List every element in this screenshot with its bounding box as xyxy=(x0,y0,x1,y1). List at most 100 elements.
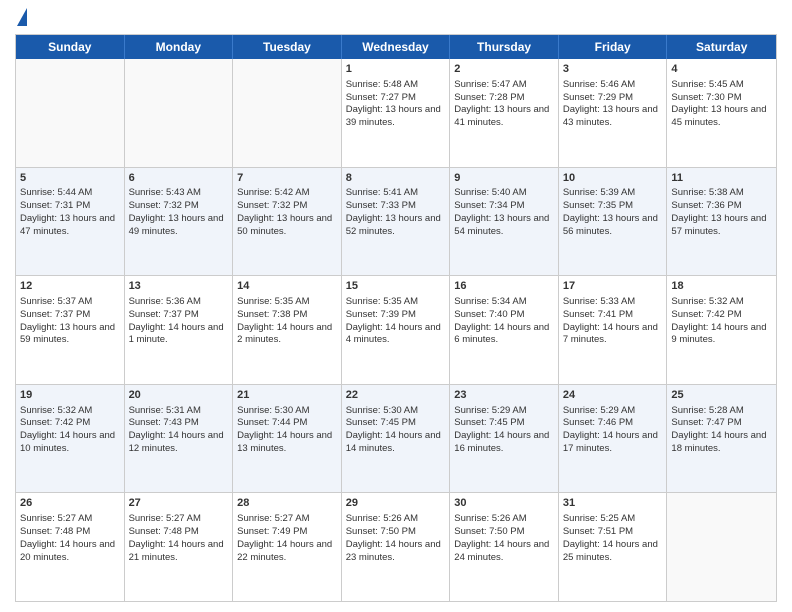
sunrise-text: Sunrise: 5:27 AM xyxy=(129,513,201,524)
calendar-row: 12Sunrise: 5:37 AMSunset: 7:37 PMDayligh… xyxy=(16,276,776,385)
sunset-text: Sunset: 7:31 PM xyxy=(20,200,90,211)
calendar-row: 26 Sunrise: 5:27 AM Sunset: 7:48 PM Dayligh… xyxy=(16,493,776,601)
sunset-text: Sunset: 7:42 PM xyxy=(20,417,90,428)
sunset-text: Sunset: 7:43 PM xyxy=(129,417,199,428)
sunset-text: Sunset: 7:37 PM xyxy=(20,309,90,320)
daylight-text: Daylight: 14 hours and 23 minutes. xyxy=(346,539,441,563)
calendar-body: 1Sunrise: 5:48 AMSunset: 7:27 PMDaylight… xyxy=(16,59,776,601)
sunset-text: Sunset: 7:33 PM xyxy=(346,200,416,211)
calendar-cell: 29 Sunrise: 5:26 AM Sunset: 7:50 PM Dayligh… xyxy=(342,493,451,601)
day-number: 8 xyxy=(346,171,446,186)
day-number: 11 xyxy=(671,171,772,186)
calendar-cell: 1Sunrise: 5:48 AMSunset: 7:27 PMDaylight… xyxy=(342,59,451,167)
weekday-header: Sunday xyxy=(16,35,125,59)
calendar-cell: 18Sunrise: 5:32 AMSunset: 7:42 PMDayligh… xyxy=(667,276,776,384)
calendar-cell: 23Sunrise: 5:29 AMSunset: 7:45 PMDayligh… xyxy=(450,385,559,493)
daylight-text: Daylight: 14 hours and 10 minutes. xyxy=(20,430,115,454)
sunrise-text: Sunrise: 5:36 AM xyxy=(129,296,201,307)
calendar-cell: 30 Sunrise: 5:26 AM Sunset: 7:50 PM Dayligh… xyxy=(450,493,559,601)
daylight-text: Daylight: 14 hours and 13 minutes. xyxy=(237,430,332,454)
daylight-text: Daylight: 14 hours and 24 minutes. xyxy=(454,539,549,563)
day-number: 29 xyxy=(346,496,446,511)
calendar-cell: 15Sunrise: 5:35 AMSunset: 7:39 PMDayligh… xyxy=(342,276,451,384)
daylight-text: Daylight: 13 hours and 45 minutes. xyxy=(671,104,766,128)
calendar-cell: 17Sunrise: 5:33 AMSunset: 7:41 PMDayligh… xyxy=(559,276,668,384)
calendar-cell: 20Sunrise: 5:31 AMSunset: 7:43 PMDayligh… xyxy=(125,385,234,493)
sunrise-text: Sunrise: 5:34 AM xyxy=(454,296,526,307)
calendar-cell: 7Sunrise: 5:42 AMSunset: 7:32 PMDaylight… xyxy=(233,168,342,276)
calendar-cell: 31Sunrise: 5:25 AMSunset: 7:51 PMDayligh… xyxy=(559,493,668,601)
day-number: 3 xyxy=(563,62,663,77)
calendar-cell: 22Sunrise: 5:30 AMSunset: 7:45 PMDayligh… xyxy=(342,385,451,493)
daylight-text: Daylight: 13 hours and 39 minutes. xyxy=(346,104,441,128)
daylight-text: Daylight: 14 hours and 2 minutes. xyxy=(237,322,332,346)
sunset-text: Sunset: 7:48 PM xyxy=(129,526,199,537)
sunset-text: Sunset: 7:50 PM xyxy=(346,526,416,537)
sunset-text: Sunset: 7:28 PM xyxy=(454,92,524,103)
calendar-cell: 13Sunrise: 5:36 AMSunset: 7:37 PMDayligh… xyxy=(125,276,234,384)
daylight-text: Daylight: 13 hours and 43 minutes. xyxy=(563,104,658,128)
calendar-cell xyxy=(667,493,776,601)
daylight-text: Daylight: 14 hours and 6 minutes. xyxy=(454,322,549,346)
day-number: 6 xyxy=(129,171,229,186)
weekday-header: Saturday xyxy=(667,35,776,59)
day-number: 15 xyxy=(346,279,446,294)
day-number: 5 xyxy=(20,171,120,186)
sunrise-text: Sunrise: 5:26 AM xyxy=(454,513,526,524)
sunrise-text: Sunrise: 5:29 AM xyxy=(563,405,635,416)
calendar-cell: 28Sunrise: 5:27 AMSunset: 7:49 PMDayligh… xyxy=(233,493,342,601)
calendar: SundayMondayTuesdayWednesdayThursdayFrid… xyxy=(15,34,777,602)
calendar-cell: 6Sunrise: 5:43 AMSunset: 7:32 PMDaylight… xyxy=(125,168,234,276)
sunrise-text: Sunrise: 5:29 AM xyxy=(454,405,526,416)
weekday-header: Thursday xyxy=(450,35,559,59)
sunset-text: Sunset: 7:30 PM xyxy=(671,92,741,103)
daylight-text: Daylight: 13 hours and 57 minutes. xyxy=(671,213,766,237)
day-number: 12 xyxy=(20,279,120,294)
daylight-text: Daylight: 14 hours and 25 minutes. xyxy=(563,539,658,563)
day-number: 16 xyxy=(454,279,554,294)
sunrise-text: Sunrise: 5:30 AM xyxy=(346,405,418,416)
sunset-text: Sunset: 7:48 PM xyxy=(20,526,90,537)
daylight-text: Daylight: 13 hours and 49 minutes. xyxy=(129,213,224,237)
sunset-text: Sunset: 7:42 PM xyxy=(671,309,741,320)
sunrise-text: Sunrise: 5:27 AM xyxy=(20,513,92,524)
daylight-text: Daylight: 14 hours and 20 minutes. xyxy=(20,539,115,563)
calendar-page: SundayMondayTuesdayWednesdayThursdayFrid… xyxy=(0,0,792,612)
sunrise-text: Sunrise: 5:46 AM xyxy=(563,79,635,90)
calendar-cell: 2Sunrise: 5:47 AMSunset: 7:28 PMDaylight… xyxy=(450,59,559,167)
sunset-text: Sunset: 7:49 PM xyxy=(237,526,307,537)
day-number: 9 xyxy=(454,171,554,186)
sunset-text: Sunset: 7:40 PM xyxy=(454,309,524,320)
day-number: 26 xyxy=(20,496,120,511)
sunset-text: Sunset: 7:32 PM xyxy=(237,200,307,211)
day-number: 20 xyxy=(129,388,229,403)
sunset-text: Sunset: 7:29 PM xyxy=(563,92,633,103)
sunrise-text: Sunrise: 5:27 AM xyxy=(237,513,309,524)
logo xyxy=(15,10,27,28)
calendar-cell: 9Sunrise: 5:40 AMSunset: 7:34 PMDaylight… xyxy=(450,168,559,276)
calendar-cell: 24Sunrise: 5:29 AMSunset: 7:46 PMDayligh… xyxy=(559,385,668,493)
sunrise-text: Sunrise: 5:32 AM xyxy=(671,296,743,307)
daylight-text: Daylight: 14 hours and 18 minutes. xyxy=(671,430,766,454)
sunrise-text: Sunrise: 5:26 AM xyxy=(346,513,418,524)
sunrise-text: Sunrise: 5:33 AM xyxy=(563,296,635,307)
weekday-header: Monday xyxy=(125,35,234,59)
sunset-text: Sunset: 7:32 PM xyxy=(129,200,199,211)
sunset-text: Sunset: 7:47 PM xyxy=(671,417,741,428)
day-number: 4 xyxy=(671,62,772,77)
daylight-text: Daylight: 13 hours and 50 minutes. xyxy=(237,213,332,237)
sunrise-text: Sunrise: 5:42 AM xyxy=(237,187,309,198)
day-number: 2 xyxy=(454,62,554,77)
sunrise-text: Sunrise: 5:32 AM xyxy=(20,405,92,416)
day-number: 19 xyxy=(20,388,120,403)
day-number: 30 xyxy=(454,496,554,511)
sunset-text: Sunset: 7:50 PM xyxy=(454,526,524,537)
header xyxy=(15,10,777,28)
sunrise-text: Sunrise: 5:31 AM xyxy=(129,405,201,416)
daylight-text: Daylight: 14 hours and 4 minutes. xyxy=(346,322,441,346)
calendar-cell xyxy=(233,59,342,167)
sunset-text: Sunset: 7:27 PM xyxy=(346,92,416,103)
calendar-cell: 3 Sunrise: 5:46 AM Sunset: 7:29 PMDaylight… xyxy=(559,59,668,167)
calendar-cell: 8Sunrise: 5:41 AMSunset: 7:33 PMDaylight… xyxy=(342,168,451,276)
calendar-cell: 25Sunrise: 5:28 AMSunset: 7:47 PMDayligh… xyxy=(667,385,776,493)
